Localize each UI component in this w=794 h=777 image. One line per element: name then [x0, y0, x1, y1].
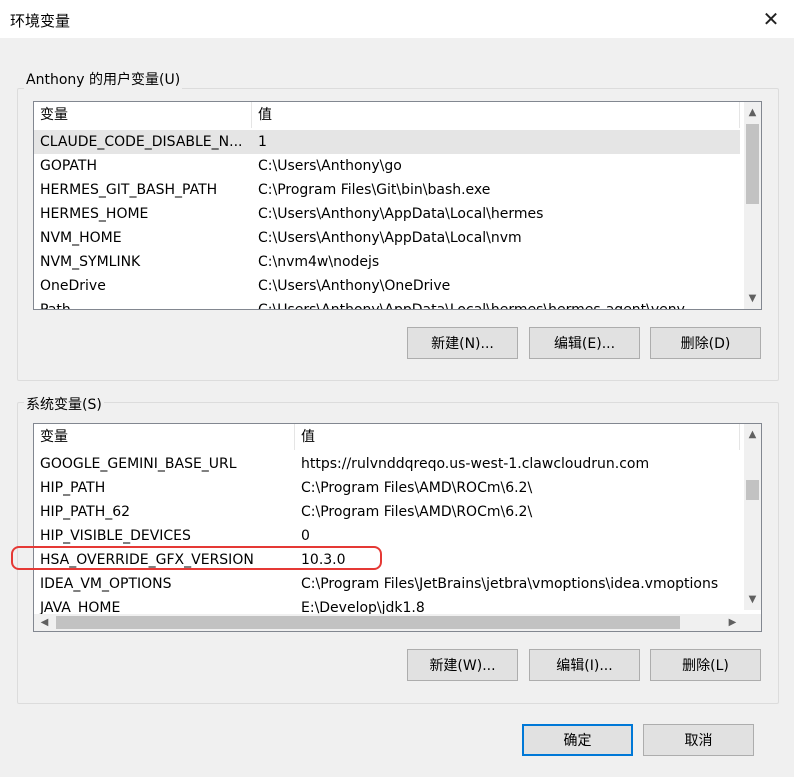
var-name: GOOGLE_GEMINI_BASE_URL	[40, 456, 237, 472]
close-button[interactable]: ✕	[748, 0, 794, 38]
table-row[interactable]: IDEA_VM_OPTIONS C:\Program Files\JetBrai…	[34, 572, 740, 596]
system-edit-button[interactable]: 编辑(I)...	[529, 649, 640, 681]
table-row[interactable]: OneDrive C:\Users\Anthony\OneDrive	[34, 274, 740, 298]
table-row[interactable]: HIP_PATH C:\Program Files\AMD\ROCm\6.2\	[34, 476, 740, 500]
var-name: Path	[40, 302, 71, 310]
user-variables-list[interactable]: 变量 值 CLAUDE_CODE_DISABLE_N... 1 GOPATH C…	[33, 101, 762, 310]
var-value: C:\Users\Anthony\AppData\Local\hermes\he…	[258, 302, 685, 310]
column-header-name[interactable]: 变量	[34, 102, 252, 128]
table-row[interactable]: Path C:\Users\Anthony\AppData\Local\herm…	[34, 298, 740, 310]
var-value: C:\Program Files\Git\bin\bash.exe	[258, 182, 491, 198]
var-name: IDEA_VM_OPTIONS	[40, 576, 172, 592]
close-icon: ✕	[762, 7, 780, 31]
var-value: https://rulvnddqreqo.us-west-1.clawcloud…	[301, 456, 650, 472]
table-row[interactable]: HIP_PATH_62 C:\Program Files\AMD\ROCm\6.…	[34, 500, 740, 524]
var-name: HIP_PATH_62	[40, 504, 131, 520]
var-name: HIP_VISIBLE_DEVICES	[40, 528, 191, 544]
highlight-annotation	[11, 546, 382, 570]
table-row[interactable]: HERMES_GIT_BASH_PATH C:\Program Files\Gi…	[34, 178, 740, 202]
var-value: C:\Program Files\JetBrains\jetbra\vmopti…	[301, 576, 719, 592]
horizontal-scrollbar[interactable]: ◀ ▶	[34, 614, 761, 631]
user-variables-label: Anthony 的用户变量(U)	[24, 69, 183, 89]
var-value: C:\Users\Anthony\AppData\Local\nvm	[258, 230, 522, 246]
user-delete-button[interactable]: 删除(D)	[650, 327, 761, 359]
table-row[interactable]: HERMES_HOME C:\Users\Anthony\AppData\Loc…	[34, 202, 740, 226]
var-name: NVM_SYMLINK	[40, 254, 141, 270]
system-new-button[interactable]: 新建(W)...	[407, 649, 518, 681]
vertical-scrollbar[interactable]: ▲ ▼	[744, 424, 761, 610]
table-row[interactable]: CLAUDE_CODE_DISABLE_N... 1	[34, 130, 740, 154]
var-value: C:\Users\Anthony\go	[258, 158, 402, 174]
user-list-header: 变量 值	[34, 102, 740, 128]
ok-button[interactable]: 确定	[522, 724, 633, 756]
title-bar: 环境变量 ✕	[0, 0, 794, 38]
scroll-thumb[interactable]	[746, 480, 759, 500]
var-value: C:\nvm4w\nodejs	[258, 254, 380, 270]
scroll-thumb[interactable]	[56, 616, 680, 629]
scroll-left-icon[interactable]: ◀	[36, 614, 53, 631]
var-name: HERMES_GIT_BASH_PATH	[40, 182, 218, 198]
var-name: OneDrive	[40, 278, 106, 294]
vertical-scrollbar[interactable]: ▲ ▼	[744, 102, 761, 309]
var-value: 0	[301, 528, 310, 544]
system-variables-list[interactable]: 变量 值 GOOGLE_GEMINI_BASE_URL https://rulv…	[33, 423, 762, 632]
scroll-up-icon[interactable]: ▲	[744, 104, 761, 121]
var-name: HERMES_HOME	[40, 206, 149, 222]
table-row[interactable]: NVM_SYMLINK C:\nvm4w\nodejs	[34, 250, 740, 274]
user-edit-button[interactable]: 编辑(E)...	[529, 327, 640, 359]
scroll-up-icon[interactable]: ▲	[744, 426, 761, 443]
window-title: 环境变量	[10, 12, 71, 30]
scroll-down-icon[interactable]: ▼	[744, 591, 761, 608]
system-variables-label: 系统变量(S)	[24, 394, 104, 414]
table-row[interactable]: HIP_VISIBLE_DEVICES 0	[34, 524, 740, 548]
var-value: C:\Program Files\AMD\ROCm\6.2\	[301, 480, 533, 496]
column-header-name[interactable]: 变量	[34, 424, 295, 450]
scroll-right-icon[interactable]: ▶	[724, 614, 741, 631]
scroll-thumb[interactable]	[746, 124, 759, 204]
column-header-value[interactable]: 值	[252, 102, 740, 128]
var-name: CLAUDE_CODE_DISABLE_N...	[40, 134, 243, 150]
user-new-button[interactable]: 新建(N)...	[407, 327, 518, 359]
system-list-header: 变量 值	[34, 424, 740, 450]
scroll-down-icon[interactable]: ▼	[744, 290, 761, 307]
table-row[interactable]: GOOGLE_GEMINI_BASE_URL https://rulvnddqr…	[34, 452, 740, 476]
cancel-button[interactable]: 取消	[643, 724, 754, 756]
var-name: NVM_HOME	[40, 230, 122, 246]
table-row[interactable]: NVM_HOME C:\Users\Anthony\AppData\Local\…	[34, 226, 740, 250]
system-delete-button[interactable]: 删除(L)	[650, 649, 761, 681]
table-row[interactable]: GOPATH C:\Users\Anthony\go	[34, 154, 740, 178]
var-value: 1	[258, 134, 267, 150]
var-value: C:\Users\Anthony\OneDrive	[258, 278, 451, 294]
var-name: GOPATH	[40, 158, 97, 174]
var-name: HIP_PATH	[40, 480, 106, 496]
var-value: C:\Program Files\AMD\ROCm\6.2\	[301, 504, 533, 520]
var-value: C:\Users\Anthony\AppData\Local\hermes	[258, 206, 544, 222]
column-header-value[interactable]: 值	[295, 424, 740, 450]
